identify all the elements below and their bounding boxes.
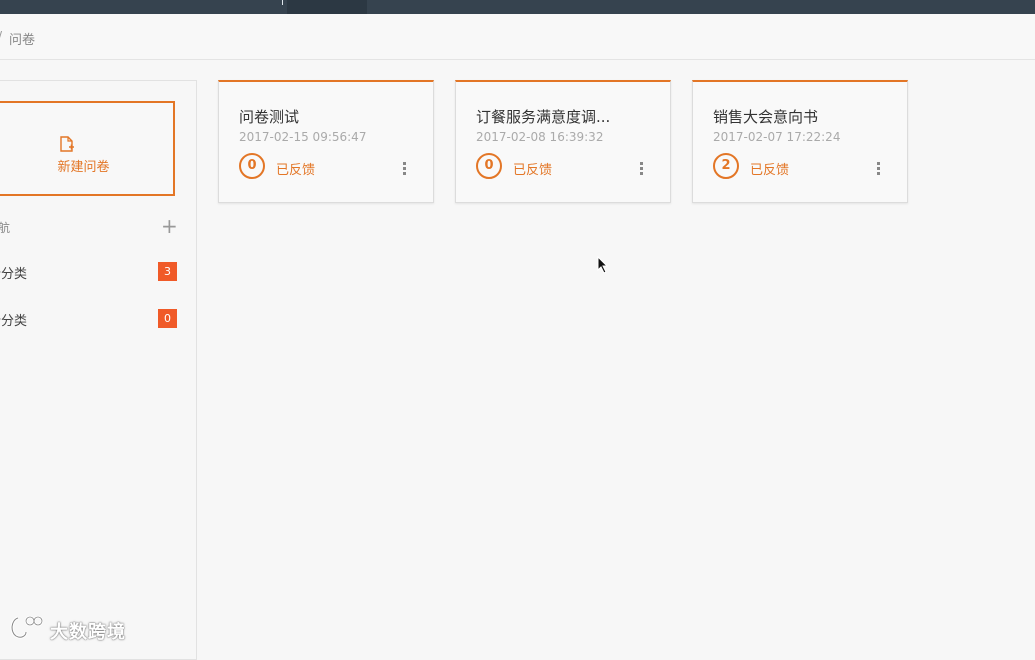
add-category-icon[interactable]: + (161, 216, 178, 236)
top-bar-active-tab[interactable] (287, 0, 367, 14)
mouse-cursor-icon (597, 256, 609, 274)
sidebar-item-category-2[interactable]: 新分类 0 (0, 307, 178, 331)
survey-date: 2017-02-07 17:22:24 (713, 130, 841, 144)
new-file-icon (60, 136, 74, 152)
survey-card[interactable]: 订餐服务满意度调... 2017-02-08 16:39:32 0 已反馈 (455, 80, 671, 203)
feedback-label: 已反馈 (276, 163, 316, 178)
breadcrumb-current[interactable]: 问卷 (9, 29, 35, 48)
survey-date: 2017-02-15 09:56:47 (239, 130, 367, 144)
more-icon[interactable] (640, 162, 644, 176)
new-survey-button[interactable]: 新建问卷 (0, 101, 175, 196)
feedback-count: 0 (476, 153, 502, 179)
feedback-count: 0 (239, 153, 265, 179)
watermark-text: 大数跨境 (50, 622, 126, 643)
count-badge: 3 (158, 262, 177, 281)
nav-header: 导航 (0, 221, 11, 235)
sidebar-item-label: 新分类 (0, 314, 28, 329)
sidebar-item-label: 新分类 (0, 267, 28, 282)
feedback-label: 已反馈 (750, 163, 790, 178)
survey-date: 2017-02-08 16:39:32 (476, 130, 604, 144)
breadcrumb-separator: / (0, 29, 2, 43)
count-badge: 0 (158, 309, 177, 328)
feedback-label: 已反馈 (513, 163, 553, 178)
more-icon[interactable] (877, 162, 881, 176)
top-bar-tick (282, 0, 283, 5)
watermark-logo-icon (10, 615, 44, 639)
watermark: 大数跨境 (8, 614, 140, 643)
feedback-count: 2 (713, 153, 739, 179)
survey-title: 问卷测试 (239, 108, 300, 126)
top-bar (0, 0, 1035, 14)
more-icon[interactable] (403, 162, 407, 176)
sidebar: 新建问卷 导航 + 新分类 3 新分类 0 (0, 80, 197, 660)
new-survey-label: 新建问卷 (57, 160, 110, 175)
survey-card[interactable]: 问卷测试 2017-02-15 09:56:47 0 已反馈 (218, 80, 434, 203)
breadcrumb: / 问卷 (0, 14, 1035, 60)
survey-title: 销售大会意向书 (713, 108, 819, 126)
sidebar-item-category-1[interactable]: 新分类 3 (0, 260, 178, 284)
survey-card[interactable]: 销售大会意向书 2017-02-07 17:22:24 2 已反馈 (692, 80, 908, 203)
survey-title: 订餐服务满意度调... (476, 108, 611, 126)
